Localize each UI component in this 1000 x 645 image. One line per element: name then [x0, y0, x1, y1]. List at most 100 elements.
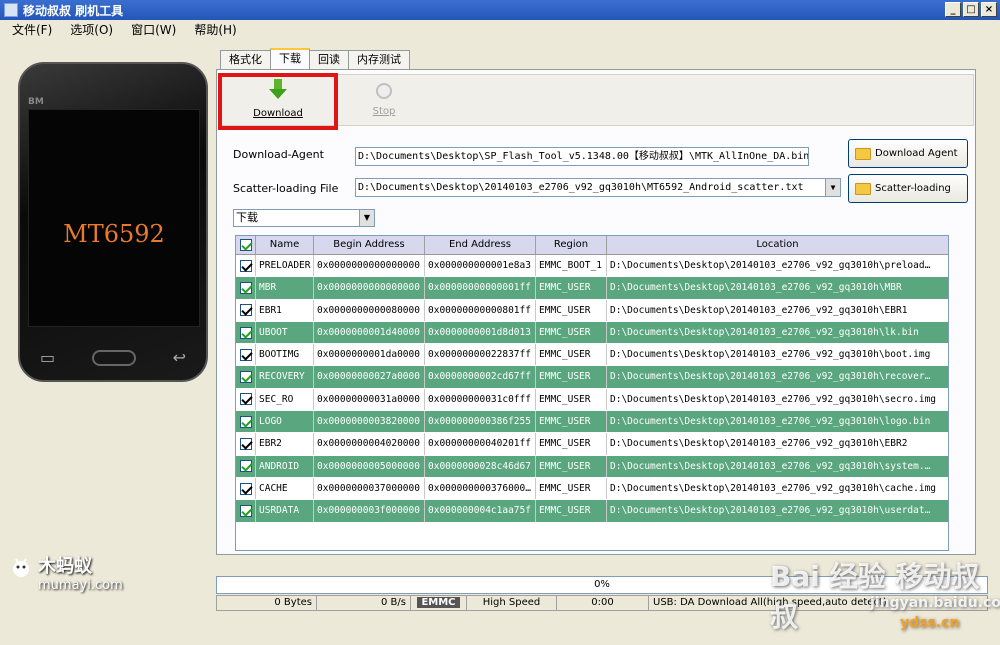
checkbox-icon [239, 239, 252, 251]
download-mode-value: 下载 [236, 211, 258, 224]
table-row[interactable]: CACHE 0x0000000037000000 0x000000000376000… [236, 477, 948, 501]
back-key-icon: ↩ [172, 348, 186, 367]
cell-location: D:\Documents\Desktop\20140103_e2706_v92_… [610, 482, 937, 494]
cell-begin: 0x0000000003820000 [314, 411, 425, 433]
checkbox-icon [239, 482, 252, 495]
cell-name: BOOTIMG [256, 344, 314, 366]
download-agent-button[interactable]: Download Agent [848, 139, 968, 168]
table-row[interactable]: EBR1 0x0000000000080000 0x00000000000801ff… [236, 299, 948, 322]
scatter-value: D:\Documents\Desktop\20140103_e2706_v92_… [358, 182, 804, 193]
column-header: Location [756, 239, 799, 250]
title-bar: 移动叔叔 刷机工具 _ □ × [0, 0, 1000, 20]
table-body: PRELOADER 0x0000000000000000 0x00000000000… [236, 255, 948, 523]
cell-begin: 0x0000000000000000 [314, 277, 425, 299]
menu-help[interactable]: 帮助(H) [192, 21, 238, 38]
stop-label: Stop [372, 106, 396, 117]
checkbox-icon [239, 326, 252, 339]
tab-memory-test[interactable]: 内存测试 [348, 50, 410, 69]
tab-strip: 格式化 下载 回读 内存测试 [220, 48, 410, 69]
row-checkbox[interactable] [236, 500, 256, 522]
baidu-site: jingyan.baidu.com [870, 595, 1000, 611]
baidu-watermark: Bai 经验 移动叔叔 jingyan.baidu.com ydss.cn [770, 555, 1000, 635]
row-checkbox[interactable] [236, 411, 256, 433]
cell-name: SEC_RO [256, 388, 314, 411]
column-header: End Address [425, 236, 536, 254]
stop-button[interactable]: Stop [339, 79, 429, 123]
cell-begin: 0x0000000037000000 [314, 477, 425, 500]
cell-name: CACHE [256, 477, 314, 500]
cell-begin: 0x0000000005000000 [314, 455, 425, 477]
tab-readback[interactable]: 回读 [309, 50, 349, 69]
tab-format[interactable]: 格式化 [220, 50, 271, 69]
phone-screen: MT6592 [28, 109, 200, 327]
cell-name: EBR2 [256, 433, 314, 455]
cell-name: MBR [256, 277, 314, 299]
menu-options[interactable]: 选项(O) [68, 21, 115, 38]
cell-region: EMMC_USER [536, 455, 607, 477]
status-bytes: 0 Bytes [216, 595, 316, 611]
maximize-button[interactable]: □ [963, 2, 979, 17]
cell-location: D:\Documents\Desktop\20140103_e2706_v92_… [610, 260, 931, 271]
download-mode-select[interactable]: 下载 ▼ [233, 209, 375, 227]
close-button[interactable]: × [981, 2, 997, 17]
mumayi-logo-text: 木蚂蚁 [38, 556, 92, 577]
download-agent-label: Download-Agent [233, 148, 324, 161]
row-checkbox[interactable] [236, 277, 256, 299]
cell-region: EMMC_USER [536, 477, 607, 500]
chevron-down-icon[interactable]: ▼ [359, 210, 374, 226]
download-highlight [218, 73, 338, 130]
chevron-down-icon[interactable]: ▼ [825, 179, 840, 196]
cell-end: 0x00000000037600093 [425, 477, 536, 500]
cell-region: EMMC_BOOT_1 [536, 255, 607, 277]
mumayi-site: mumayi.com [38, 578, 123, 593]
cell-region: EMMC_USER [536, 366, 607, 388]
select-all-checkbox[interactable] [236, 236, 256, 254]
table-row[interactable]: EBR2 0x0000000004020000 0x00000000040201ff… [236, 433, 948, 456]
column-header: Name [256, 236, 314, 254]
row-checkbox[interactable] [236, 388, 256, 411]
cell-name: EBR1 [256, 299, 314, 321]
cell-end: 0x000000000386f255 [425, 411, 536, 433]
checkbox-icon [239, 304, 252, 317]
scatter-input[interactable]: D:\Documents\Desktop\20140103_e2706_v92_… [355, 178, 841, 197]
download-agent-input[interactable]: D:\Documents\Desktop\SP_Flash_Tool_v5.13… [355, 147, 809, 166]
row-checkbox[interactable] [236, 321, 256, 344]
checkbox-icon [239, 371, 252, 384]
cell-end: 0x00000000031c0fff [425, 388, 536, 411]
table-row[interactable]: UBOOT 0x0000000001d40000 0x0000000001d8d01… [236, 321, 948, 345]
table-row[interactable]: ANDROID 0x0000000005000000 0x0000000028c46… [236, 455, 948, 478]
row-checkbox[interactable] [236, 477, 256, 500]
row-checkbox[interactable] [236, 344, 256, 366]
table-row[interactable]: LOGO 0x0000000003820000 0x000000000386f255… [236, 411, 948, 434]
row-checkbox[interactable] [236, 366, 256, 388]
cell-region: EMMC_USER [536, 299, 607, 321]
row-checkbox[interactable] [236, 455, 256, 477]
row-checkbox[interactable] [236, 299, 256, 321]
cell-location: D:\Documents\Desktop\20140103_e2706_v92_… [610, 304, 908, 316]
table-row[interactable]: USRDATA 0x000000003f000000 0x000000004c1aa… [236, 500, 948, 523]
cell-location: D:\Documents\Desktop\20140103_e2706_v92_… [610, 282, 902, 294]
row-checkbox[interactable] [236, 255, 256, 277]
minimize-button[interactable]: _ [945, 2, 961, 17]
checkbox-icon [239, 281, 252, 294]
checkbox-icon [239, 438, 252, 451]
phone-brand: BM [28, 97, 44, 107]
storage-badge: EMMC [417, 597, 460, 608]
row-checkbox[interactable] [236, 433, 256, 455]
tab-download[interactable]: 下载 [270, 48, 310, 69]
scatter-loading-button[interactable]: Scatter-loading [848, 174, 968, 203]
stop-icon [376, 83, 392, 99]
cell-location: D:\Documents\Desktop\20140103_e2706_v92_… [610, 416, 931, 428]
cell-region: EMMC_USER [536, 344, 607, 366]
menu-window[interactable]: 窗口(W) [129, 21, 178, 38]
table-row[interactable]: RECOVERY 0x00000000027a0000 0x0000000002cd… [236, 366, 948, 389]
cell-end: 0x00000000000801ff [425, 299, 536, 321]
table-row[interactable]: SEC_RO 0x00000000031a0000 0x00000000031c0f… [236, 388, 948, 412]
table-row[interactable]: BOOTIMG 0x0000000001da0000 0x0000000002283… [236, 344, 948, 367]
status-speed: 0 B/s [316, 595, 410, 611]
table-row[interactable]: MBR 0x0000000000000000 0x00000000000001ff E… [236, 277, 948, 300]
menu-file[interactable]: 文件(F) [10, 21, 54, 38]
cell-name: USRDATA [256, 500, 314, 522]
table-row[interactable]: PRELOADER 0x0000000000000000 0x00000000000… [236, 255, 948, 278]
cell-location: D:\Documents\Desktop\20140103_e2706_v92_… [610, 371, 931, 383]
